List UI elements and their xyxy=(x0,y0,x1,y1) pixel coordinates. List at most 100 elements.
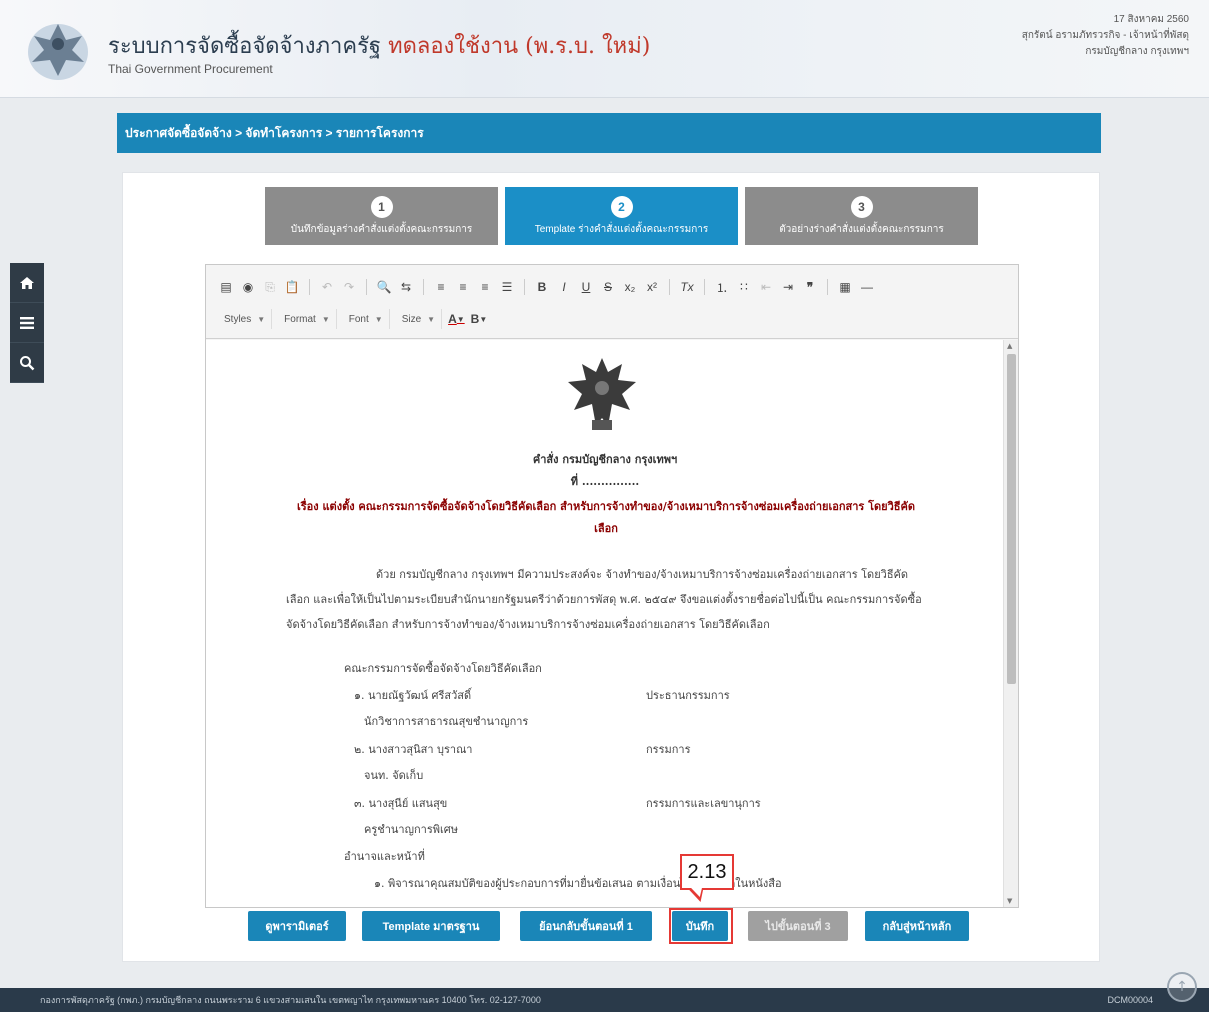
rich-text-editor: ▤ ◉ ⎘ 📋 ↶ ↷ 🔍 ⇆ ≡ ≡ ≡ ☰ B I U S x₂ x² Tx… xyxy=(205,264,1019,908)
styles-dropdown[interactable]: Styles ▼ xyxy=(218,309,273,329)
chevron-down-icon: ▼ xyxy=(257,314,266,324)
format-dropdown[interactable]: Format ▼ xyxy=(278,309,337,329)
document-subject: เรื่อง แต่งตั้ง คณะกรรมการจัดซื้อจัดจ้าง… xyxy=(296,500,916,535)
editor-content-area[interactable]: คำสั่ง กรมบัญชีกลาง กรุงเทพฯ ที่ .......… xyxy=(206,340,1004,907)
step-2[interactable]: 2 Template ร่างคำสั่งแต่งตั้งคณะกรรมการ xyxy=(505,187,738,245)
font-dropdown[interactable]: Font ▼ xyxy=(343,309,390,329)
toolbar-separator xyxy=(704,279,705,295)
size-dropdown[interactable]: Size ▼ xyxy=(396,309,443,329)
remove-format-icon[interactable]: Tx xyxy=(679,277,695,297)
toolbar-separator xyxy=(669,279,670,295)
superscript-icon[interactable]: x² xyxy=(644,277,660,297)
source-icon[interactable]: ▤ xyxy=(218,277,234,297)
chevron-down-icon: ▼ xyxy=(321,314,330,324)
member-1-name: ๑. นายณัฐวัฒน์ ศรีสวัสดิ์ xyxy=(354,689,472,702)
template-standard-button[interactable]: Template มาตรฐาน xyxy=(362,911,500,941)
undo-icon[interactable]: ↶ xyxy=(319,277,335,297)
bold-icon[interactable]: B xyxy=(534,277,550,297)
numbered-list-icon[interactable]: ⒈ xyxy=(714,277,730,297)
underline-icon[interactable]: U xyxy=(578,277,594,297)
toolbar-separator xyxy=(366,279,367,295)
align-right-icon[interactable]: ≡ xyxy=(477,277,493,297)
redo-icon[interactable]: ↷ xyxy=(341,277,357,297)
breadcrumb[interactable]: ประกาศจัดซื้อจัดจ้าง > จัดทำโครงการ > รา… xyxy=(117,113,1101,153)
scroll-up-icon[interactable]: ▲ xyxy=(1007,342,1012,350)
italic-icon[interactable]: I xyxy=(556,277,572,297)
parameters-button[interactable]: ดูพารามิเตอร์ xyxy=(248,911,346,941)
blockquote-icon[interactable]: ❞ xyxy=(802,277,818,297)
step-wizard: 1 บันทึกข้อมูลร่างคำสั่งแต่งตั้งคณะกรรมก… xyxy=(265,187,978,245)
member-2-role: กรรมการ xyxy=(646,743,691,756)
find-icon[interactable]: 🔍 xyxy=(376,277,392,297)
garuda-logo-icon xyxy=(28,24,88,80)
document-number: ที่ ............... xyxy=(570,475,640,488)
table-icon[interactable]: ▦ xyxy=(837,277,853,297)
save-doc-icon[interactable]: ◉ xyxy=(240,277,256,297)
outdent-icon[interactable]: ⇤ xyxy=(758,277,774,297)
member-3-position: ครูชำนาญการพิเศษ xyxy=(364,823,458,836)
user-org: กรมบัญชีกลาง กรุงเทพฯ xyxy=(1085,46,1189,57)
footer-address: กองการพัสดุภาครัฐ (กพภ.) กรมบัญชีกลาง ถน… xyxy=(40,995,541,1005)
chevron-down-icon: ▼ xyxy=(374,314,383,324)
step-2-label: Template ร่างคำสั่งแต่งตั้งคณะกรรมการ xyxy=(534,223,709,235)
save-button-highlight xyxy=(669,908,733,944)
committee-heading: คณะกรรมการจัดซื้อจัดจ้างโดยวิธีคัดเลือก xyxy=(344,662,542,675)
scroll-down-icon[interactable]: ▼ xyxy=(1007,897,1012,905)
member-2-name: ๒. นางสาวสุนิสา บุราณา xyxy=(354,743,473,756)
next-step-3-button[interactable]: ไปขั้นตอนที่ 3 xyxy=(748,911,848,941)
indent-icon[interactable]: ⇥ xyxy=(780,277,796,297)
site-footer: กองการพัสดุภาครัฐ (กพภ.) กรมบัญชีกลาง ถน… xyxy=(0,988,1209,1012)
subscript-icon[interactable]: x₂ xyxy=(622,277,638,297)
site-header: ระบบการจัดซื้อจัดจ้างภาครัฐ ทดลองใช้งาน … xyxy=(0,0,1209,98)
member-3-role: กรรมการและเลขานุการ xyxy=(646,797,761,810)
step-2-number: 2 xyxy=(610,195,633,218)
back-step-1-button[interactable]: ย้อนกลับขั้นตอนที่ 1 xyxy=(520,911,652,941)
user-name[interactable]: สุกรัตน์ อรามภัทรวรกิจ - เจ้าหน้าที่พัสด… xyxy=(1022,28,1189,44)
member-3-name: ๓. นางสุนีย์ แสนสุข xyxy=(354,797,448,810)
step-3-label: ตัวอย่างร่างคำสั่งแต่งตั้งคณะกรรมการ xyxy=(779,223,944,235)
search-icon[interactable] xyxy=(10,343,44,383)
duty-heading: อำนาจและหน้าที่ xyxy=(344,850,425,863)
menu-icon[interactable] xyxy=(10,303,44,343)
align-left-icon[interactable]: ≡ xyxy=(433,277,449,297)
document-title: คำสั่ง กรมบัญชีกลาง กรุงเทพฯ xyxy=(532,453,678,466)
bullet-list-icon[interactable]: ∷ xyxy=(736,277,752,297)
member-2-position: จนท. จัดเก็บ xyxy=(364,769,424,782)
editor-toolbar: ▤ ◉ ⎘ 📋 ↶ ↷ 🔍 ⇆ ≡ ≡ ≡ ☰ B I U S x₂ x² Tx… xyxy=(206,265,1018,339)
member-1-role: ประธานกรรมการ xyxy=(646,689,730,702)
replace-icon[interactable]: ⇆ xyxy=(398,277,414,297)
toolbar-separator xyxy=(524,279,525,295)
step-1[interactable]: 1 บันทึกข้อมูลร่างคำสั่งแต่งตั้งคณะกรรมก… xyxy=(265,187,498,245)
strikethrough-icon[interactable]: S xyxy=(600,277,616,297)
paste-icon[interactable]: 📋 xyxy=(284,277,300,297)
scroll-to-top-icon[interactable]: ↑ xyxy=(1167,972,1197,1002)
background-color-icon[interactable]: B ▼ xyxy=(471,309,488,329)
document-paragraph: ด้วย กรมบัญชีกลาง กรุงเทพฯ มีความประสงค์… xyxy=(286,568,922,631)
garuda-emblem-icon xyxy=(568,358,636,430)
toolbar-row-1: ▤ ◉ ⎘ 📋 ↶ ↷ 🔍 ⇆ ≡ ≡ ≡ ☰ B I U S x₂ x² Tx… xyxy=(218,275,1006,299)
home-icon[interactable] xyxy=(10,263,44,303)
back-home-button[interactable]: กลับสู่หน้าหลัก xyxy=(865,911,969,941)
toolbar-row-2: Styles ▼ Format ▼ Font ▼ Size ▼ A ▼ B ▼ xyxy=(218,307,1006,331)
side-nav xyxy=(10,263,44,383)
align-center-icon[interactable]: ≡ xyxy=(455,277,471,297)
toolbar-separator xyxy=(423,279,424,295)
step-3-number: 3 xyxy=(850,195,873,218)
toolbar-separator xyxy=(309,279,310,295)
step-annotation-label: 2.13 xyxy=(680,854,734,890)
step-3[interactable]: 3 ตัวอย่างร่างคำสั่งแต่งตั้งคณะกรรมการ xyxy=(745,187,978,245)
toolbar-separator xyxy=(827,279,828,295)
text-color-icon[interactable]: A ▼ xyxy=(448,309,465,329)
step-1-number: 1 xyxy=(370,195,393,218)
user-info: 17 สิงหาคม 2560 สุกรัตน์ อรามภัทรวรกิจ -… xyxy=(1022,12,1189,60)
justify-icon[interactable]: ☰ xyxy=(499,277,515,297)
user-date: 17 สิงหาคม 2560 xyxy=(1113,14,1189,25)
horizontal-line-icon[interactable]: ― xyxy=(859,277,875,297)
editor-scrollbar[interactable]: ▲ ▼ xyxy=(1003,340,1018,907)
site-subtitle: Thai Government Procurement xyxy=(108,62,273,76)
site-title: ระบบการจัดซื้อจัดจ้างภาครัฐ ทดลองใช้งาน … xyxy=(108,34,651,59)
member-1-position: นักวิชาการสาธารณสุขชำนาญการ xyxy=(364,715,529,728)
scroll-thumb[interactable] xyxy=(1007,354,1016,684)
copy-icon[interactable]: ⎘ xyxy=(262,277,278,297)
chevron-down-icon: ▼ xyxy=(427,314,436,324)
